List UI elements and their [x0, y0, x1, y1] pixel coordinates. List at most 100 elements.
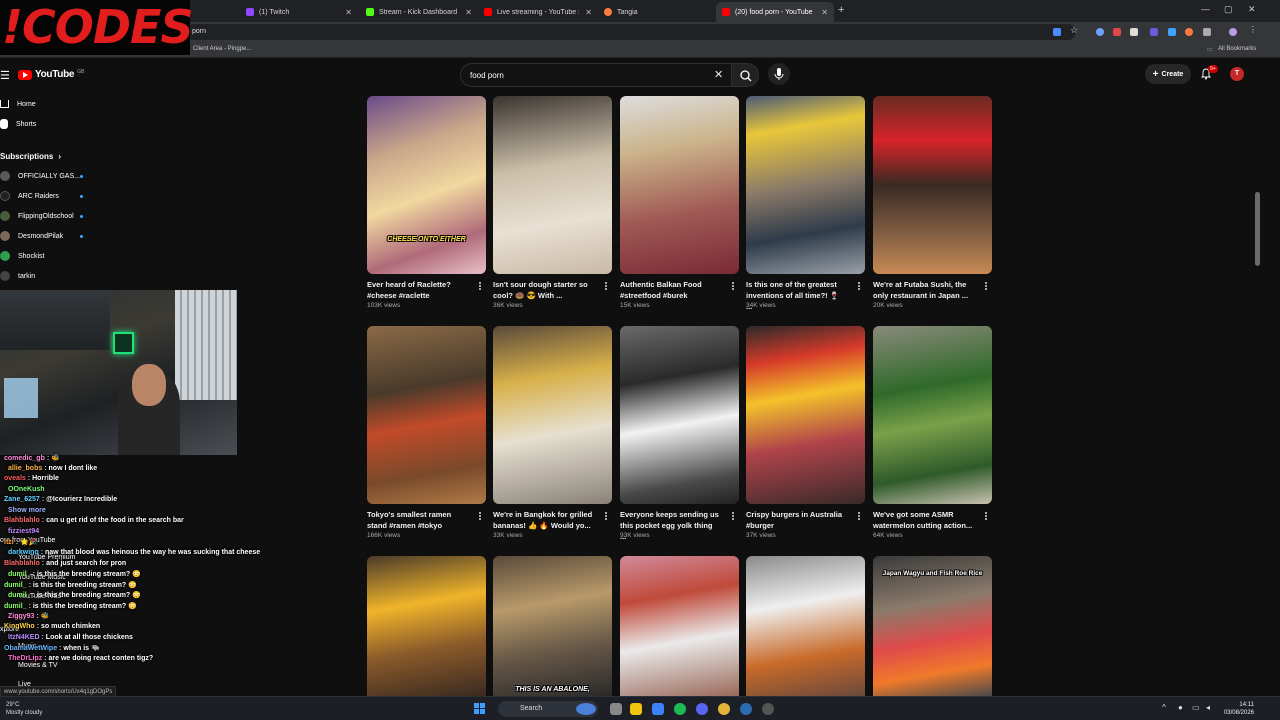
close-icon[interactable]: ✕: [465, 8, 472, 17]
short-title[interactable]: Tokyo's smallest ramen stand #ramen #tok…: [367, 509, 467, 531]
sidebar-subscriptions-header[interactable]: Subscriptions ›: [0, 149, 61, 163]
short-card[interactable]: Is this one of the greatest inventions o…: [746, 96, 865, 311]
window-close-button[interactable]: ✕: [1248, 4, 1256, 15]
short-card[interactable]: THIS IS AN ABALONE,: [493, 556, 612, 696]
extension-icon[interactable]: [1113, 28, 1121, 36]
kebab-menu-icon[interactable]: ⋮: [1249, 25, 1257, 34]
search-button[interactable]: [731, 63, 759, 87]
tab-kick[interactable]: Stream - Kick Dashboard ✕: [360, 2, 478, 22]
more-options-icon[interactable]: [984, 281, 988, 293]
windows-start-icon[interactable]: [474, 703, 486, 715]
bookmark-client-area[interactable]: Client Area - Pingpe...: [193, 46, 251, 52]
short-card[interactable]: [367, 556, 486, 696]
store-icon[interactable]: [652, 703, 664, 715]
tab-tangia[interactable]: Tangia: [598, 2, 716, 22]
maximize-button[interactable]: ▢: [1224, 4, 1233, 15]
address-bar[interactable]: porn: [186, 24, 1076, 40]
tab-twitch[interactable]: (1) Twitch ✕: [240, 2, 358, 22]
more-options-icon[interactable]: [731, 511, 735, 523]
sidebar-item-channel[interactable]: DesmondPilak: [0, 229, 83, 243]
more-options-icon[interactable]: [604, 281, 608, 293]
short-title[interactable]: We've got some ASMR watermelon cutting a…: [873, 509, 973, 531]
file-explorer-icon[interactable]: [630, 703, 642, 715]
microphone-icon[interactable]: ●: [1178, 703, 1190, 715]
short-title[interactable]: Crispy burgers in Australia #burger: [746, 509, 846, 531]
system-clock[interactable]: 14:11 03/08/2026: [1220, 701, 1254, 717]
short-card[interactable]: [620, 556, 739, 696]
short-card[interactable]: We've got some ASMR watermelon cutting a…: [873, 326, 992, 541]
chrome-icon[interactable]: [718, 703, 730, 715]
short-title[interactable]: We're in Bangkok for grilled bananas! 👍 …: [493, 509, 593, 531]
hamburger-menu-icon[interactable]: ☰: [0, 69, 10, 82]
short-thumbnail[interactable]: [620, 326, 739, 504]
new-tab-button[interactable]: +: [838, 4, 844, 16]
sidebar-item-channel[interactable]: Shockist: [0, 249, 44, 263]
short-card[interactable]: [746, 556, 865, 696]
short-thumbnail[interactable]: [367, 556, 486, 696]
sidebar-item-channel[interactable]: tarkin: [0, 269, 35, 283]
search-highlight-icon[interactable]: [576, 703, 596, 715]
short-thumbnail[interactable]: [873, 556, 992, 696]
short-thumbnail[interactable]: [493, 556, 612, 696]
youtube-logo[interactable]: YouTube GB: [18, 69, 84, 80]
task-view-icon[interactable]: [610, 703, 622, 715]
short-card[interactable]: Crispy burgers in Australia #burger 37K v…: [746, 326, 865, 541]
extension-icon[interactable]: [1096, 28, 1104, 36]
star-icon[interactable]: ☆: [1070, 25, 1078, 35]
create-button[interactable]: + Create: [1145, 64, 1191, 84]
short-card[interactable]: Everyone keeps sending us this pocket eg…: [620, 326, 739, 541]
sidebar-item-shorts[interactable]: Shorts: [0, 117, 36, 131]
page-scrollbar[interactable]: [1255, 192, 1260, 266]
puzzle-icon[interactable]: [1203, 28, 1211, 36]
discord-icon[interactable]: [696, 703, 708, 715]
short-thumbnail[interactable]: [493, 96, 612, 274]
more-options-icon[interactable]: [857, 511, 861, 523]
short-thumbnail[interactable]: [367, 326, 486, 504]
search-input[interactable]: food porn: [460, 63, 732, 87]
minimize-button[interactable]: —: [1201, 4, 1210, 14]
short-thumbnail[interactable]: [620, 96, 739, 274]
sidebar-item-channel[interactable]: FlippingOldschool: [0, 209, 83, 223]
short-card[interactable]: We're at Futaba Sushi, the only restaura…: [873, 96, 992, 311]
short-thumbnail[interactable]: [873, 96, 992, 274]
close-icon[interactable]: ✕: [345, 8, 352, 17]
short-card[interactable]: Tokyo's smallest ramen stand #ramen #tok…: [367, 326, 486, 541]
short-title[interactable]: Authentic Balkan Food #streetfood #burek: [620, 279, 720, 301]
extension-icon[interactable]: [1185, 28, 1193, 36]
short-card[interactable]: We're in Bangkok for grilled bananas! 👍 …: [493, 326, 612, 541]
short-card[interactable]: CHEESE ONTO EITHER Ever heard of Raclette…: [367, 96, 486, 311]
short-thumbnail[interactable]: [746, 556, 865, 696]
more-options-icon[interactable]: [478, 281, 482, 293]
sidebar-item-channel[interactable]: OFFICIALLY GAS...: [0, 169, 83, 183]
spotify-icon[interactable]: [674, 703, 686, 715]
tab-youtube-studio[interactable]: Live streaming - YouTube Studio ✕: [478, 2, 598, 22]
cast-icon[interactable]: [1053, 28, 1061, 36]
shield-icon[interactable]: [1130, 28, 1138, 36]
short-thumbnail[interactable]: [746, 326, 865, 504]
short-thumbnail[interactable]: [746, 96, 865, 274]
short-thumbnail[interactable]: [493, 326, 612, 504]
short-thumbnail[interactable]: [873, 326, 992, 504]
extension-icon[interactable]: [1150, 28, 1158, 36]
avatar[interactable]: T: [1230, 67, 1244, 81]
more-options-icon[interactable]: [857, 281, 861, 293]
short-card[interactable]: Isn't sour dough starter so cool? 🍩 😎 Wi…: [493, 96, 612, 311]
voice-search-button[interactable]: [768, 63, 790, 85]
sidebar-item-channel[interactable]: ARC Raiders: [0, 189, 83, 203]
browser-icon[interactable]: [740, 703, 752, 715]
more-options-icon[interactable]: [731, 281, 735, 293]
chevron-up-icon[interactable]: ^: [1162, 703, 1174, 715]
short-thumbnail[interactable]: [620, 556, 739, 696]
short-card[interactable]: Japan Wagyu and Fish Roe Rice: [873, 556, 992, 696]
sidebar-item-home[interactable]: Home: [0, 97, 36, 111]
short-title[interactable]: Isn't sour dough starter so cool? 🍩 😎 Wi…: [493, 279, 593, 301]
more-options-icon[interactable]: [478, 511, 482, 523]
more-options-icon[interactable]: [984, 511, 988, 523]
more-options-icon[interactable]: [604, 511, 608, 523]
clear-search-icon[interactable]: ✕: [714, 68, 723, 81]
obs-icon[interactable]: [762, 703, 774, 715]
volume-icon[interactable]: ◂: [1206, 703, 1218, 715]
network-icon[interactable]: ▭: [1192, 703, 1204, 715]
short-card[interactable]: Authentic Balkan Food #streetfood #burek…: [620, 96, 739, 311]
weather-widget[interactable]: 29°C Mostly cloudy: [6, 701, 42, 717]
